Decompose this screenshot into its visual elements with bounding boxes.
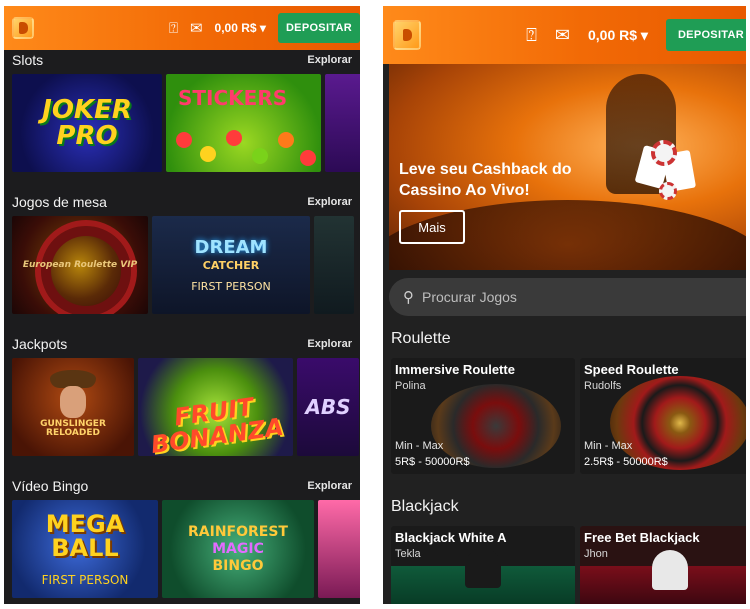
game-tile-stickers[interactable]: STICKERS <box>166 74 321 172</box>
game-name: Blackjack White A <box>395 530 507 545</box>
section-title: Jackpots <box>12 336 68 352</box>
game-name: Free Bet Blackjack <box>584 530 700 545</box>
deposit-button[interactable]: DEPOSITAR <box>665 19 746 51</box>
tile-label: DREAM <box>194 236 268 258</box>
support-icon[interactable]: ⍰ <box>169 19 178 37</box>
tile-label: FIRST PERSON <box>41 573 129 587</box>
balance-dropdown[interactable]: 0,00 R$ ▾ <box>588 27 648 44</box>
fruit-decoration <box>300 150 316 166</box>
section-table-games: Jogos de mesa Explorar European Roulette… <box>4 192 360 332</box>
game-tile-rainforest-magic-bingo[interactable]: RAINFOREST MAGIC BINGO <box>162 500 314 598</box>
limit-value: 5R$ - 50000R$ <box>395 456 470 468</box>
game-tile-partial[interactable] <box>325 74 360 172</box>
promo-title: Leve seu Cashback do Cassino Ao Vivo! <box>399 161 572 199</box>
dealer-image <box>652 550 688 590</box>
promo-more-button[interactable]: Mais <box>399 210 465 244</box>
tile-label: European Roulette VIP <box>22 259 138 270</box>
mail-icon[interactable]: ✉ <box>190 19 203 37</box>
section-jackpots: Jackpots Explorar GUNSLINGER RELOADED FR… <box>4 334 360 474</box>
fruit-decoration <box>200 146 216 162</box>
fruit-decoration <box>278 132 294 148</box>
game-tile-gunslinger[interactable]: GUNSLINGER RELOADED <box>12 358 134 456</box>
game-name: Speed Roulette <box>584 362 679 377</box>
tile-label: JOKER PRO <box>42 95 132 151</box>
search-bar[interactable]: ⚲ Procurar Jogos <box>389 278 746 316</box>
explore-link[interactable]: Explorar <box>307 196 352 208</box>
explore-link[interactable]: Explorar <box>307 338 352 350</box>
tile-label: FIRST PERSON <box>191 279 271 293</box>
limit-value: 2.5R$ - 50000R$ <box>584 456 668 468</box>
live-game-free-bet-blackjack[interactable]: Free Bet Blackjack Jhon <box>580 526 746 604</box>
limit-label: Min - Max <box>395 440 444 452</box>
limit-label: Min - Max <box>584 440 633 452</box>
tile-label: GUNSLINGER RELOADED <box>40 419 106 438</box>
section-title: Vídeo Bingo <box>12 478 89 494</box>
section-slots: Slots Explorar JOKER PRO STICKERS <box>4 50 360 190</box>
tile-label: FRUIT BONANZA <box>149 392 286 456</box>
explore-link[interactable]: Explorar <box>307 54 352 66</box>
live-game-immersive-roulette[interactable]: Immersive Roulette Polina Min - Max 5R$ … <box>391 358 575 474</box>
balance-dropdown[interactable]: 0,00 R$ ▾ <box>215 21 266 35</box>
search-input[interactable]: Procurar Jogos <box>422 289 517 305</box>
brand-logo[interactable] <box>12 17 34 39</box>
game-tile-partial[interactable] <box>314 216 354 314</box>
tile-label: STICKERS <box>178 86 288 110</box>
search-icon: ⚲ <box>403 288 414 306</box>
top-bar: ⍰ ✉ 0,00 R$ ▾ DEPOSITAR <box>4 6 360 50</box>
dealer-name: Tekla <box>395 548 421 560</box>
deposit-button[interactable]: DEPOSITAR <box>277 13 360 43</box>
section-title: Jogos de mesa <box>12 194 107 210</box>
promo-banner[interactable]: Leve seu Cashback do Cassino Ao Vivo! Ma… <box>389 64 746 270</box>
brand-logo[interactable] <box>393 20 421 50</box>
game-tile-european-roulette[interactable]: European Roulette VIP <box>12 216 148 314</box>
live-game-blackjack-white-a[interactable]: Blackjack White A Tekla <box>391 526 575 604</box>
game-tile-mega-ball[interactable]: MEGA BALL FIRST PERSON <box>12 500 158 598</box>
section-title-roulette: Roulette <box>391 330 451 347</box>
tile-label: CATCHER <box>202 258 260 272</box>
game-tile-joker-pro[interactable]: JOKER PRO <box>12 74 162 172</box>
tile-label: ABS <box>305 395 351 419</box>
fruit-decoration <box>176 132 192 148</box>
fruit-decoration <box>252 148 268 164</box>
tile-label: RAINFOREST <box>188 524 288 540</box>
chip-illustration <box>651 140 677 166</box>
dealer-name: Polina <box>395 380 426 392</box>
game-tile-dream-catcher[interactable]: DREAM CATCHER FIRST PERSON <box>152 216 310 314</box>
support-icon[interactable]: ⍰ <box>526 25 537 46</box>
tile-label: BINGO <box>212 558 264 574</box>
section-title: Slots <box>12 52 44 68</box>
top-bar: ⍰ ✉ 0,00 R$ ▾ DEPOSITAR <box>383 6 746 64</box>
live-game-speed-roulette[interactable]: Speed Roulette Rudolfs Min - Max 2.5R$ -… <box>580 358 746 474</box>
game-tile-partial[interactable] <box>318 500 360 598</box>
game-tile-partial[interactable]: ABS <box>297 358 359 456</box>
tile-label: MAGIC <box>212 541 264 557</box>
right-screen: ⍰ ✉ 0,00 R$ ▾ DEPOSITAR Leve seu Cashbac… <box>383 6 746 604</box>
section-title-blackjack: Blackjack <box>391 498 459 515</box>
chip-illustration <box>659 182 677 200</box>
left-screen: ⍰ ✉ 0,00 R$ ▾ DEPOSITAR Slots Explorar J… <box>4 6 360 604</box>
game-name: Immersive Roulette <box>395 362 515 377</box>
dealer-name: Jhon <box>584 548 608 560</box>
cowboy-face-illustration <box>60 386 86 418</box>
dealer-name: Rudolfs <box>584 380 622 392</box>
explore-link[interactable]: Explorar <box>307 480 352 492</box>
fruit-decoration <box>226 130 242 146</box>
section-video-bingo: Vídeo Bingo Explorar MEGA BALL FIRST PER… <box>4 476 360 604</box>
dealer-image <box>465 548 501 588</box>
blackjack-row: Blackjack White A Tekla Free Bet Blackja… <box>391 526 746 604</box>
game-tile-fruit-bonanza[interactable]: FRUIT BONANZA <box>138 358 293 456</box>
roulette-row: Immersive Roulette Polina Min - Max 5R$ … <box>391 358 746 474</box>
tile-label: MEGA BALL <box>45 510 125 562</box>
mail-icon[interactable]: ✉ <box>555 25 570 46</box>
